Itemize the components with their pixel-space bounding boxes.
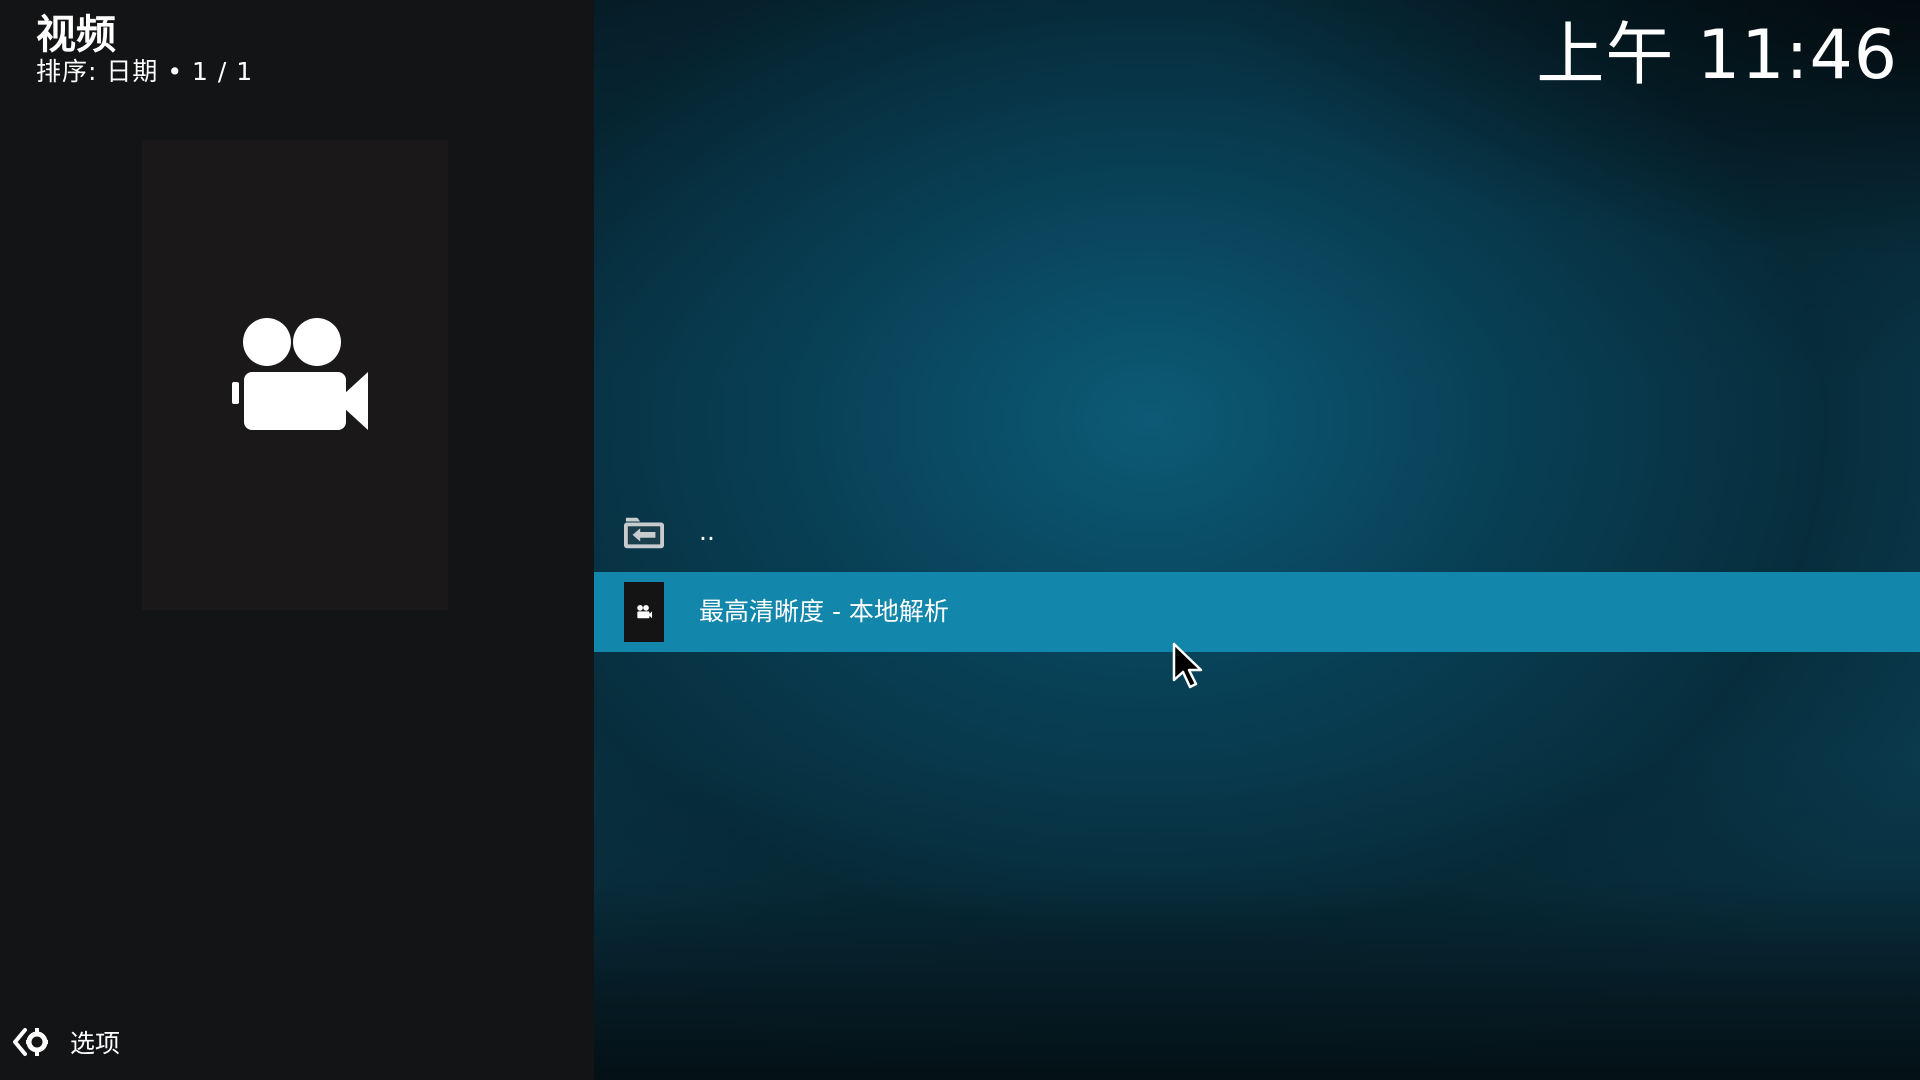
- folder-back-icon: [624, 502, 664, 562]
- options-label: 选项: [70, 1029, 121, 1058]
- sort-info: 排序: 日期 • 1 / 1: [36, 57, 254, 86]
- list-item-video[interactable]: 最高清晰度 - 本地解析: [594, 572, 1920, 652]
- background-bottom-shade: [594, 880, 1920, 1080]
- list-item-label: ..: [699, 517, 715, 546]
- list-item-label: 最高清晰度 - 本地解析: [699, 597, 949, 626]
- mouse-cursor-icon: [1172, 642, 1203, 689]
- video-camera-icon: [232, 318, 368, 430]
- info-panel: 视频 排序: 日期 • 1 / 1 选项: [0, 0, 594, 1080]
- thumbnail: [142, 140, 448, 610]
- video-camera-icon: [624, 582, 664, 642]
- options-button[interactable]: 选项: [12, 1022, 120, 1062]
- list-item-parent-folder[interactable]: ..: [594, 492, 1920, 572]
- page-title: 视频: [36, 12, 116, 58]
- file-list: .. 最高清晰度 - 本地解析: [594, 492, 1920, 652]
- clock: 上午 11:46: [1536, 16, 1898, 95]
- options-gear-icon: [13, 1028, 48, 1056]
